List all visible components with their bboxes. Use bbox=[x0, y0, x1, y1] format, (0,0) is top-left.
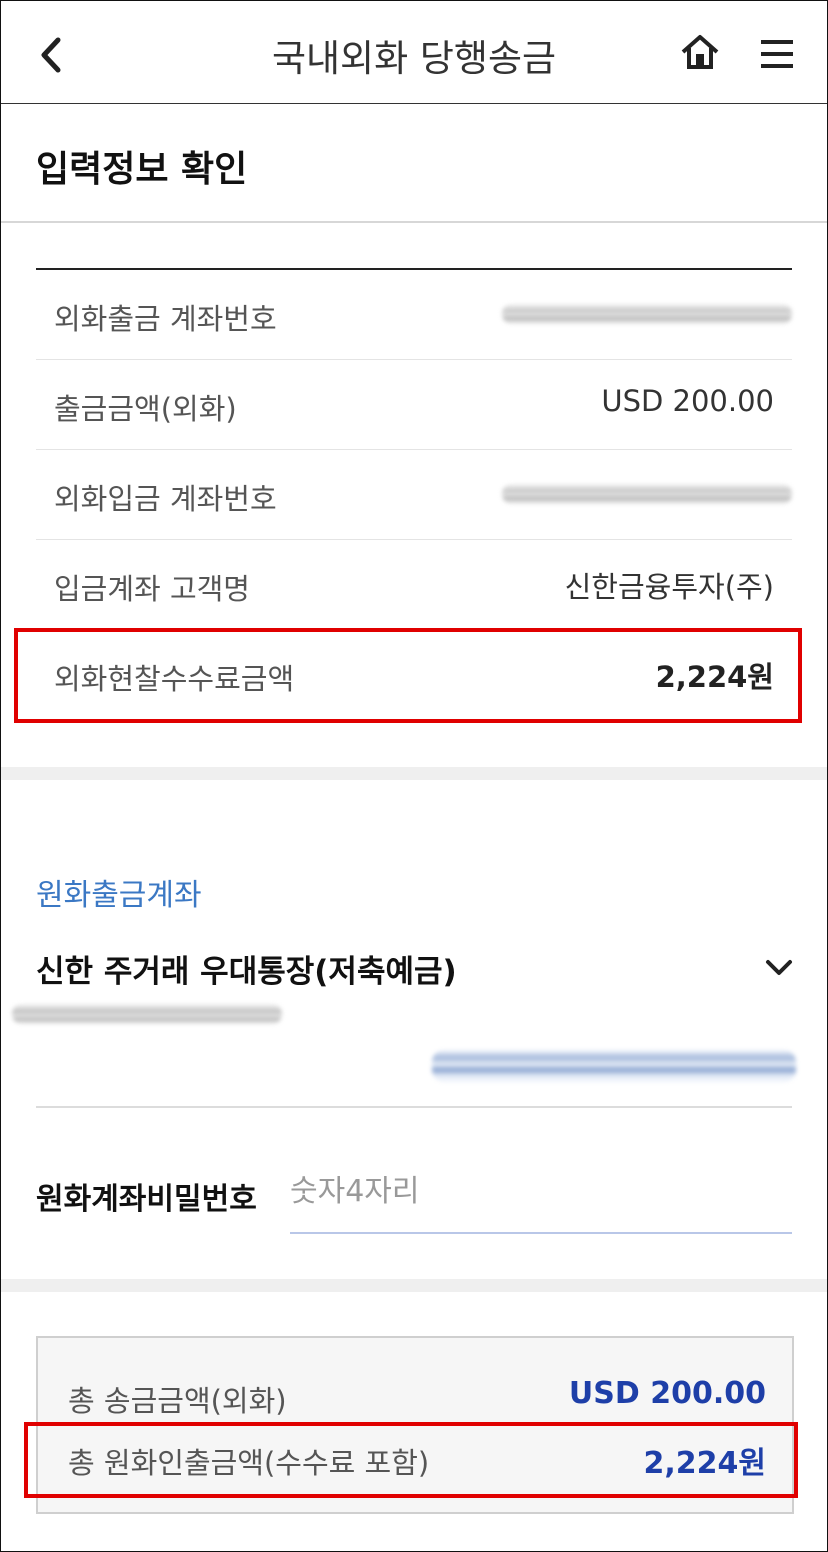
detail-value: 신한금융투자(주) bbox=[564, 570, 774, 604]
detail-label: 입금계좌 고객명 bbox=[54, 572, 250, 606]
section-separator bbox=[0, 1279, 828, 1292]
detail-label: 외화입금 계좌번호 bbox=[54, 482, 277, 516]
highlight-box-fee bbox=[14, 628, 802, 723]
won-account-label: 원화출금계좌 bbox=[36, 878, 202, 913]
summary-value: USD 200.00 bbox=[568, 1376, 766, 1411]
divider bbox=[36, 1106, 792, 1108]
home-button[interactable] bbox=[680, 32, 720, 72]
detail-value: USD 200.00 bbox=[601, 384, 774, 418]
masked-account-number bbox=[502, 304, 792, 324]
masked-account-number bbox=[12, 1004, 282, 1024]
detail-label: 출금금액(외화) bbox=[54, 392, 237, 426]
detail-row-fx-withdraw-account: 외화출금 계좌번호 bbox=[36, 270, 792, 360]
summary-row-fx: 총 송금금액(외화) USD 200.00 bbox=[68, 1376, 766, 1420]
detail-row-deposit-customer: 입금계좌 고객명 신한금융투자(주) bbox=[36, 540, 792, 630]
detail-row-fx-deposit-account: 외화입금 계좌번호 bbox=[36, 450, 792, 540]
password-input[interactable] bbox=[290, 1150, 792, 1234]
app-header: 국내외화 당행송금 bbox=[0, 0, 828, 104]
highlight-box-total bbox=[24, 1422, 798, 1498]
masked-account-number bbox=[502, 484, 792, 504]
menu-button[interactable] bbox=[760, 38, 794, 70]
home-icon bbox=[681, 35, 719, 69]
chevron-down-icon bbox=[766, 960, 792, 975]
hamburger-menu-icon bbox=[761, 40, 793, 68]
section-separator bbox=[0, 767, 828, 780]
section-title: 입력정보 확인 bbox=[36, 149, 248, 190]
masked-balance bbox=[432, 1050, 796, 1082]
won-account-select[interactable]: 신한 주거래 우대통장(저축예금) bbox=[36, 946, 457, 991]
detail-label: 외화출금 계좌번호 bbox=[54, 302, 277, 336]
password-label: 원화계좌비밀번호 bbox=[36, 1182, 257, 1217]
detail-row-withdraw-amount: 출금금액(외화) USD 200.00 bbox=[36, 360, 792, 450]
summary-label: 총 송금금액(외화) bbox=[68, 1384, 287, 1418]
account-dropdown-button[interactable] bbox=[764, 954, 794, 980]
